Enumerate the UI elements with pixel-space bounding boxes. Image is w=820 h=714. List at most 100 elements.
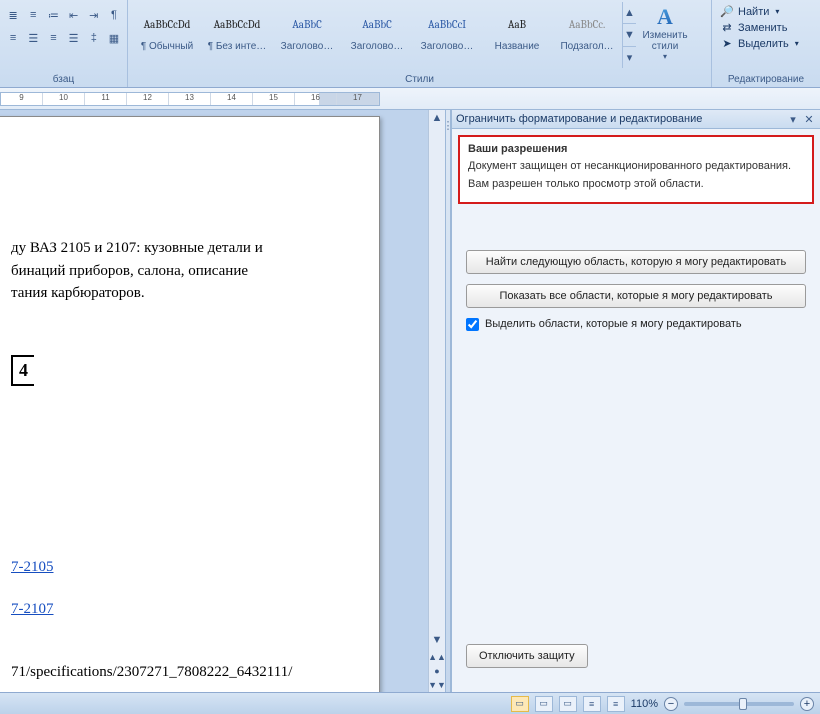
workspace: ду ВАЗ 2105 и 2107: кузовные детали и би… xyxy=(0,110,820,692)
permissions-line1: Документ защищен от несанкционированного… xyxy=(468,159,804,173)
zoom-out-icon[interactable]: − xyxy=(664,697,678,711)
style-name: Заголово… xyxy=(415,41,479,52)
style-name: ¶ Без инте… xyxy=(205,41,269,52)
doc-highlight-char: 4 xyxy=(11,355,34,386)
gallery-down-icon[interactable]: ▼ xyxy=(623,24,636,46)
zoom-value[interactable]: 110% xyxy=(631,698,658,710)
paragraph-row2: ≡ ☰ ≡ ☰ ‡ ▦ xyxy=(4,25,123,48)
style-item[interactable]: AaBbCc.Подзагол… xyxy=(552,2,622,68)
style-sample: AaBbCcDd xyxy=(135,7,199,41)
ruler-tick: 14 xyxy=(211,93,253,105)
doc-link-2[interactable]: 7-2107 xyxy=(11,601,54,617)
justify-icon[interactable]: ☰ xyxy=(65,28,83,48)
view-print-layout-icon[interactable]: ▭ xyxy=(511,696,529,712)
multilevel-icon[interactable]: ≔ xyxy=(44,5,62,25)
align-left-icon[interactable]: ≡ xyxy=(4,28,22,48)
zoom-in-icon[interactable]: + xyxy=(800,697,814,711)
highlight-regions-input[interactable] xyxy=(466,318,479,331)
horizontal-ruler[interactable]: 91011121314151617 xyxy=(0,92,380,106)
ruler-tick: 17 xyxy=(337,93,379,105)
select-button[interactable]: ➤ Выделить ▾ xyxy=(716,36,816,51)
doc-line-2: бинаций приборов, салона, описание xyxy=(11,260,349,283)
style-item[interactable]: AaBbCcIЗаголово… xyxy=(412,2,482,68)
gallery-up-icon[interactable]: ▲ xyxy=(623,2,636,24)
ruler-tick: 15 xyxy=(253,93,295,105)
prev-page-icon[interactable]: ▲▲ xyxy=(429,650,445,664)
view-outline-icon[interactable]: ≡ xyxy=(583,696,601,712)
stop-protection-button[interactable]: Отключить защиту xyxy=(466,644,588,668)
style-gallery[interactable]: AaBbCcDd¶ ОбычныйAaBbCcDd¶ Без инте…AaBb… xyxy=(132,2,622,68)
show-all-regions-button[interactable]: Показать все области, которые я могу ред… xyxy=(466,284,806,308)
next-page-icon[interactable]: ▼▼ xyxy=(429,678,445,692)
style-item[interactable]: AaBbCcDd¶ Без инте… xyxy=(202,2,272,68)
ruler-tick: 11 xyxy=(85,93,127,105)
align-right-icon[interactable]: ≡ xyxy=(44,28,62,48)
bullets-icon[interactable]: ≣ xyxy=(4,5,22,25)
shading-icon[interactable]: ▦ xyxy=(105,28,123,48)
zoom-slider[interactable] xyxy=(684,702,794,706)
style-name: Заголово… xyxy=(345,41,409,52)
restrict-editing-pane: Ограничить форматирование и редактирован… xyxy=(451,110,820,692)
style-item[interactable]: AaBbCЗаголово… xyxy=(272,2,342,68)
scroll-down-icon[interactable]: ▼ xyxy=(429,632,445,648)
line-spacing-icon[interactable]: ‡ xyxy=(85,28,103,48)
permissions-box: Ваши разрешения Документ защищен от неса… xyxy=(458,135,814,204)
pane-header: Ограничить форматирование и редактирован… xyxy=(452,110,820,129)
style-name: ¶ Обычный xyxy=(135,41,199,52)
style-name: Подзагол… xyxy=(555,41,619,52)
group-editing: 🔎 Найти ▾ ⇄ Заменить ➤ Выделить ▾ Редакт… xyxy=(712,0,820,87)
style-sample: AaB xyxy=(485,7,549,41)
find-button[interactable]: 🔎 Найти ▾ xyxy=(716,4,816,19)
show-marks-icon[interactable]: ¶ xyxy=(105,5,123,25)
ruler-tick: 13 xyxy=(169,93,211,105)
find-next-region-button[interactable]: Найти следующую область, которую я могу … xyxy=(466,250,806,274)
splitter[interactable]: ⋮ xyxy=(445,110,451,692)
style-sample: AaBbC xyxy=(275,7,339,41)
change-styles-button[interactable]: A Изменить стили ▾ xyxy=(636,2,694,68)
doc-url-line: 71/specifications/2307271_7808222_643211… xyxy=(11,661,349,684)
style-name: Название xyxy=(485,41,549,52)
paragraph-row1: ≣ ≡ ≔ ⇤ ⇥ ¶ xyxy=(4,2,123,25)
style-sample: AaBbC xyxy=(345,7,409,41)
align-center-icon[interactable]: ☰ xyxy=(24,28,42,48)
ruler-tick: 10 xyxy=(43,93,85,105)
status-bar: ▭ ▭ ▭ ≡ ≡ 110% − + xyxy=(0,692,820,714)
view-fullscreen-icon[interactable]: ▭ xyxy=(535,696,553,712)
gallery-more-icon[interactable]: ▾ xyxy=(623,47,636,68)
numbering-icon[interactable]: ≡ xyxy=(24,5,42,25)
group-paragraph: ≣ ≡ ≔ ⇤ ⇥ ¶ ≡ ☰ ≡ ☰ ‡ ▦ бзац xyxy=(0,0,128,87)
view-web-icon[interactable]: ▭ xyxy=(559,696,577,712)
pane-menu-icon[interactable]: ▾ xyxy=(786,112,800,126)
ruler-tick: 9 xyxy=(1,93,43,105)
highlight-regions-label: Выделить области, которые я могу редакти… xyxy=(485,318,742,330)
style-sample: AaBbCcI xyxy=(415,7,479,41)
group-styles: AaBbCcDd¶ ОбычныйAaBbCcDd¶ Без инте…AaBb… xyxy=(128,0,712,87)
replace-label: Заменить xyxy=(738,22,787,34)
pane-bottom: Отключить защиту xyxy=(452,634,820,692)
doc-line-3: тания карбюраторов. xyxy=(11,282,349,305)
indent-dec-icon[interactable]: ⇤ xyxy=(65,5,83,25)
view-draft-icon[interactable]: ≡ xyxy=(607,696,625,712)
ruler-tick: 12 xyxy=(127,93,169,105)
doc-link-1[interactable]: 7-2105 xyxy=(11,559,54,575)
vertical-scrollbar[interactable]: ▲ ▼ ▲▲ ● ▼▼ xyxy=(428,110,445,692)
replace-icon: ⇄ xyxy=(720,21,734,34)
highlight-regions-checkbox[interactable]: Выделить области, которые я могу редакти… xyxy=(466,318,806,331)
change-styles-label: Изменить стили xyxy=(636,30,694,52)
replace-button[interactable]: ⇄ Заменить xyxy=(716,20,816,35)
browse-object-icon[interactable]: ● xyxy=(429,664,445,678)
gallery-scroll: ▲ ▼ ▾ xyxy=(622,2,636,68)
permissions-line2: Вам разрешен только просмотр этой област… xyxy=(468,177,804,191)
ruler-tick: 16 xyxy=(295,93,337,105)
indent-inc-icon[interactable]: ⇥ xyxy=(85,5,103,25)
document-viewport[interactable]: ду ВАЗ 2105 и 2107: кузовные детали и би… xyxy=(0,110,428,692)
style-item[interactable]: AaBbCЗаголово… xyxy=(342,2,412,68)
ruler-bar: 91011121314151617 xyxy=(0,88,820,110)
style-item[interactable]: AaBbCcDd¶ Обычный xyxy=(132,2,202,68)
pane-close-icon[interactable]: ✕ xyxy=(802,112,816,126)
select-label: Выделить xyxy=(738,38,789,50)
binoculars-icon: 🔎 xyxy=(720,5,734,18)
style-item[interactable]: AaBНазвание xyxy=(482,2,552,68)
document-page: ду ВАЗ 2105 и 2107: кузовные детали и би… xyxy=(0,116,380,692)
pane-body: Найти следующую область, которую я могу … xyxy=(452,210,820,634)
